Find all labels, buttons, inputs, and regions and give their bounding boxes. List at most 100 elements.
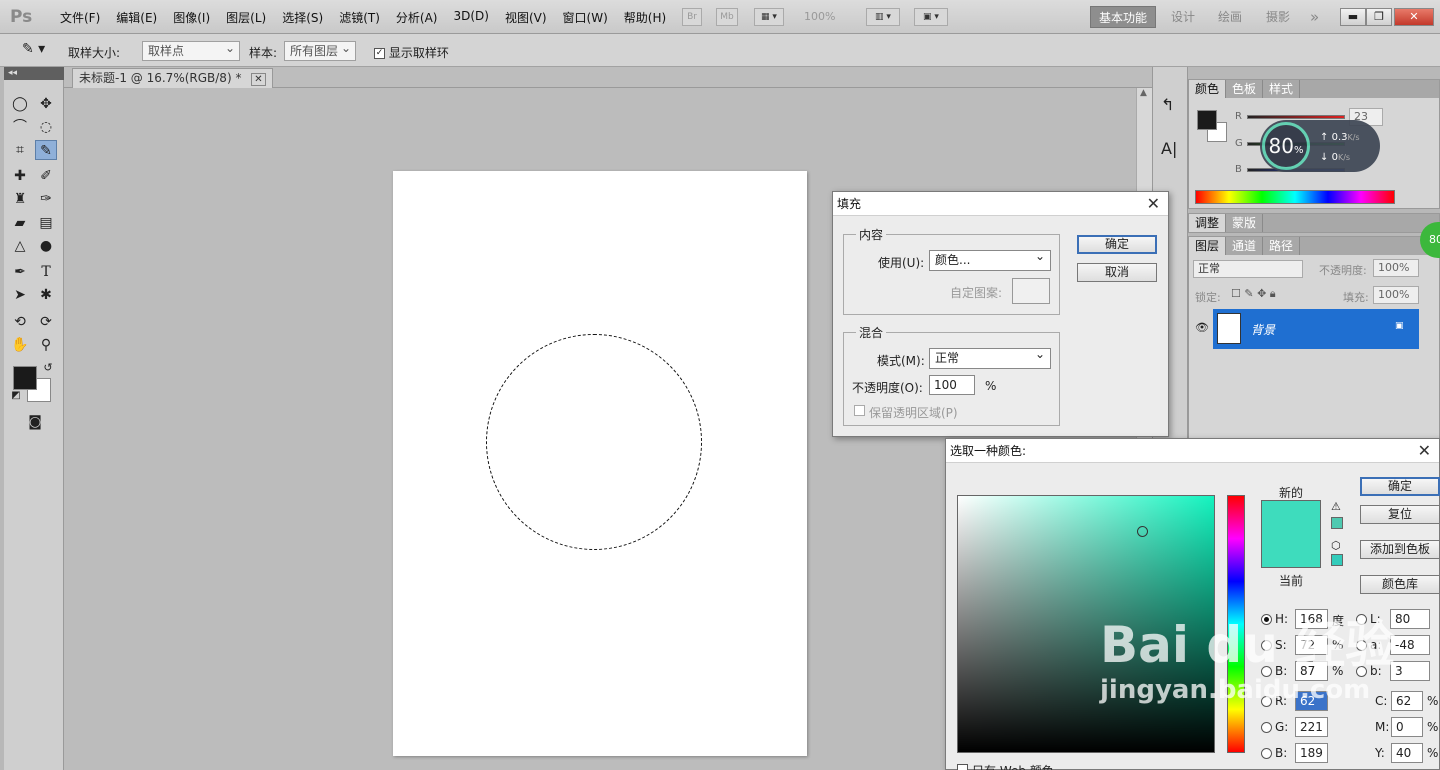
web-safe-swatch[interactable] [1331, 554, 1343, 566]
menu-view[interactable]: 视图(V) [497, 9, 555, 26]
brightness-input[interactable]: 87 [1295, 661, 1328, 681]
arrange-documents-button[interactable]: ▥ ▾ [866, 8, 900, 26]
mode-select[interactable]: 正常 [929, 345, 1051, 369]
hue-radio[interactable] [1261, 614, 1272, 625]
visibility-eye-icon[interactable]: 👁︎ [1195, 321, 1209, 334]
menu-3d[interactable]: 3D(D) [445, 9, 496, 26]
green-input[interactable]: 221 [1295, 717, 1328, 737]
workspace-essentials[interactable]: 基本功能 [1090, 6, 1157, 28]
gamut-correction-swatch[interactable] [1331, 517, 1343, 529]
hand-tool[interactable]: ✋ [9, 335, 31, 355]
brush-tool[interactable]: ✐ [35, 166, 57, 186]
zoom-level[interactable]: 100% [804, 10, 835, 23]
hue-input[interactable]: 168 [1295, 609, 1328, 629]
lock-icons[interactable]: ☐ ✎ ✥ 🔒︎ [1231, 287, 1276, 301]
opacity-input[interactable]: 100 [929, 375, 975, 395]
quick-mask-button[interactable]: ◙ [24, 412, 46, 432]
red-input[interactable]: 62 [1295, 691, 1328, 711]
elliptical-marquee-tool[interactable]: ◯ [9, 94, 31, 114]
out-of-gamut-warning-icon[interactable]: ⚠ [1331, 500, 1341, 513]
history-panel-icon[interactable]: ↰ [1161, 95, 1174, 114]
fill-dialog-close-icon[interactable]: ✕ [1147, 194, 1160, 213]
crop-tool[interactable]: ⌗ [9, 140, 31, 160]
document-tab[interactable]: 未标题-1 @ 16.7%(RGB/8) * ✕ [72, 68, 273, 88]
a-channel-radio[interactable] [1356, 640, 1367, 651]
healing-brush-tool[interactable]: ✚ [9, 166, 31, 186]
lasso-tool[interactable]: ⌒ [9, 117, 31, 137]
screen-mode-button[interactable]: ▣ ▾ [914, 8, 948, 26]
color-panel-foreground[interactable] [1197, 110, 1217, 130]
magenta-input[interactable]: 0 [1391, 717, 1423, 737]
close-document-icon[interactable]: ✕ [251, 73, 266, 86]
web-colors-only-checkbox[interactable] [957, 764, 968, 770]
minimize-button[interactable]: ▬ [1340, 8, 1366, 26]
lock-icon[interactable]: 🔒︎ [1270, 287, 1276, 300]
tab-layers[interactable]: 图层 [1189, 237, 1227, 255]
tab-masks[interactable]: 蒙版 [1226, 214, 1264, 232]
dodge-tool[interactable]: ● [35, 236, 57, 256]
preserve-transparency-checkbox[interactable] [854, 405, 865, 416]
r-slider[interactable] [1247, 115, 1345, 119]
eyedropper-tool[interactable]: ✎ [35, 140, 57, 160]
tab-styles[interactable]: 样式 [1263, 80, 1301, 98]
color-picker-close-icon[interactable]: ✕ [1418, 441, 1431, 460]
lightness-radio[interactable] [1356, 614, 1367, 625]
custom-pattern-picker[interactable] [1012, 278, 1050, 304]
scroll-up-icon[interactable]: ▲ [1140, 88, 1147, 98]
saturation-input[interactable]: 72 [1295, 635, 1328, 655]
green-radio[interactable] [1261, 722, 1272, 733]
brightness-radio[interactable] [1261, 666, 1272, 677]
character-panel-icon[interactable]: A| [1161, 139, 1177, 158]
menu-select[interactable]: 选择(S) [274, 9, 331, 26]
color-libraries-button[interactable]: 颜色库 [1360, 575, 1440, 594]
sample-select[interactable]: 所有图层 [284, 39, 356, 61]
type-tool[interactable]: T [35, 262, 57, 282]
b-channel-input[interactable]: 3 [1390, 661, 1430, 681]
tab-swatches[interactable]: 色板 [1226, 80, 1264, 98]
fill-input[interactable]: 100% [1373, 286, 1419, 304]
use-select[interactable]: 颜色... [929, 247, 1051, 271]
bridge-button[interactable]: Br [682, 8, 702, 26]
workspace-painting[interactable]: 绘画 [1210, 6, 1250, 28]
menu-file[interactable]: 文件(F) [52, 9, 108, 26]
b-channel-radio[interactable] [1356, 666, 1367, 677]
menu-image[interactable]: 图像(I) [165, 9, 218, 26]
menu-edit[interactable]: 编辑(E) [108, 9, 165, 26]
color-spectrum-bar[interactable] [1195, 190, 1395, 204]
saturation-radio[interactable] [1261, 640, 1272, 651]
close-window-button[interactable]: ✕ [1394, 8, 1434, 26]
picker-ok-button[interactable]: 确定 [1360, 477, 1440, 496]
saturation-brightness-field[interactable] [957, 495, 1215, 753]
tools-panel-header[interactable]: ◂◂ [4, 67, 64, 80]
a-channel-input[interactable]: -48 [1390, 635, 1430, 655]
show-ring-option[interactable]: ✓ 显示取样环 [374, 44, 449, 61]
foreground-color-swatch[interactable] [13, 366, 37, 390]
blue-input[interactable]: 189 [1295, 743, 1328, 763]
web-safe-cube-icon[interactable]: ⬡ [1331, 539, 1341, 552]
view-extras-button[interactable]: ▦ ▾ [754, 8, 784, 26]
move-tool[interactable]: ✥ [35, 94, 57, 114]
clone-stamp-tool[interactable]: ♜ [9, 189, 31, 209]
yellow-input[interactable]: 40 [1391, 743, 1423, 763]
color-picker-cursor[interactable] [1137, 526, 1148, 537]
picker-reset-button[interactable]: 复位 [1360, 505, 1440, 524]
network-speed-widget[interactable]: 80% ↑ 0.3K/s ↓ 0K/s [1260, 120, 1380, 172]
cyan-input[interactable]: 62 [1391, 691, 1423, 711]
tab-paths[interactable]: 路径 [1263, 237, 1301, 255]
pen-tool[interactable]: ✒ [9, 262, 31, 282]
zoom-tool[interactable]: ⚲ [35, 335, 57, 355]
quick-selection-tool[interactable]: ◌ [35, 117, 57, 137]
eraser-tool[interactable]: ▰ [9, 213, 31, 233]
gradient-tool[interactable]: ▤ [35, 213, 57, 233]
blur-tool[interactable]: △ [9, 236, 31, 256]
swap-colors-button[interactable]: ↺ [37, 358, 59, 378]
blue-radio[interactable] [1261, 748, 1272, 759]
tab-channels[interactable]: 通道 [1226, 237, 1264, 255]
blend-mode-select[interactable]: 正常 [1193, 260, 1303, 278]
lightness-input[interactable]: 80 [1390, 609, 1430, 629]
tab-adjustments[interactable]: 调整 [1189, 214, 1227, 232]
hue-slider[interactable] [1227, 495, 1245, 753]
tab-color[interactable]: 颜色 [1189, 80, 1227, 98]
3d-rotate-tool[interactable]: ⟲ [9, 312, 31, 332]
layer-opacity-input[interactable]: 100% [1373, 259, 1419, 277]
